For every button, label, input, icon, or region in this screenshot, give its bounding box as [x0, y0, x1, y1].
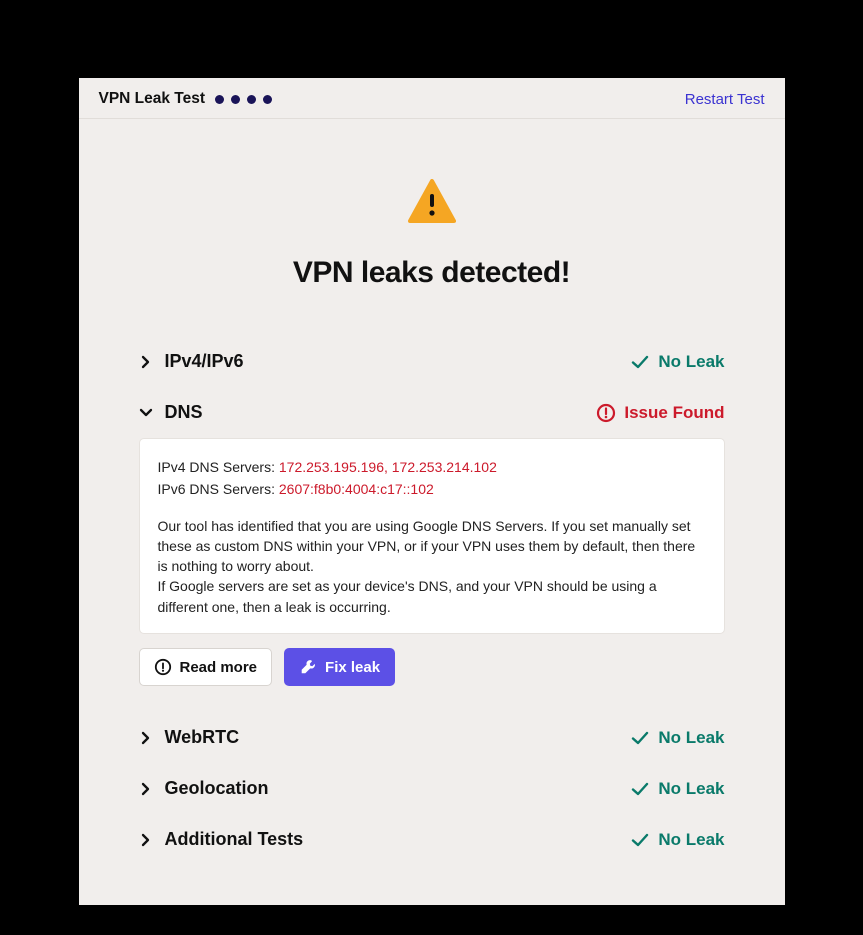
dot-icon	[215, 95, 224, 104]
alert-circle-icon	[596, 403, 616, 423]
test-row-additional[interactable]: Additional Tests No Leak	[139, 814, 725, 865]
restart-test-link[interactable]: Restart Test	[685, 91, 765, 108]
test-label: Geolocation	[165, 778, 269, 799]
test-row-ipv[interactable]: IPv4/IPv6 No Leak	[139, 336, 725, 387]
dot-icon	[231, 95, 240, 104]
ipv6-dns-label: IPv6 DNS Servers:	[158, 481, 279, 497]
dot-icon	[263, 95, 272, 104]
ipv6-dns-line: IPv6 DNS Servers: 2607:f8b0:4004:c17::10…	[158, 479, 706, 499]
dot-icon	[247, 95, 256, 104]
ipv4-dns-value: 172.253.195.196, 172.253.214.102	[279, 459, 497, 475]
progress-dots	[215, 95, 272, 104]
info-circle-icon	[154, 658, 172, 676]
chevron-right-icon	[139, 833, 153, 847]
fix-leak-label: Fix leak	[325, 659, 380, 676]
test-label: Additional Tests	[165, 829, 304, 850]
test-label: IPv4/IPv6	[165, 351, 244, 372]
dns-details-card: IPv4 DNS Servers: 172.253.195.196, 172.2…	[139, 438, 725, 634]
tools-icon	[299, 658, 317, 676]
check-icon	[630, 728, 650, 748]
read-more-label: Read more	[180, 659, 258, 676]
status-text: No Leak	[658, 830, 724, 850]
ipv6-dns-value: 2607:f8b0:4004:c17::102	[279, 481, 434, 497]
status-badge: No Leak	[630, 728, 724, 748]
dns-actions: Read more Fix leak	[139, 648, 725, 686]
status-badge: Issue Found	[596, 403, 724, 423]
fix-leak-button[interactable]: Fix leak	[284, 648, 395, 686]
status-text: No Leak	[658, 352, 724, 372]
status-badge: No Leak	[630, 779, 724, 799]
read-more-button[interactable]: Read more	[139, 648, 273, 686]
topbar-title: VPN Leak Test	[99, 90, 206, 108]
test-list: IPv4/IPv6 No Leak DNS Issue F	[79, 336, 785, 865]
status-badge: No Leak	[630, 352, 724, 372]
test-label: DNS	[165, 402, 203, 423]
ipv4-dns-label: IPv4 DNS Servers:	[158, 459, 279, 475]
check-icon	[630, 352, 650, 372]
test-row-webrtc[interactable]: WebRTC No Leak	[139, 712, 725, 763]
chevron-right-icon	[139, 355, 153, 369]
status-text: Issue Found	[624, 403, 724, 423]
check-icon	[630, 779, 650, 799]
status-text: No Leak	[658, 779, 724, 799]
vpn-leak-test-panel: VPN Leak Test Restart Test VPN leaks det…	[79, 78, 785, 905]
chevron-down-icon	[139, 408, 153, 417]
ipv4-dns-line: IPv4 DNS Servers: 172.253.195.196, 172.2…	[158, 457, 706, 477]
warning-triangle-icon	[408, 179, 456, 228]
status-text: No Leak	[658, 728, 724, 748]
hero: VPN leaks detected!	[79, 119, 785, 336]
check-icon	[630, 830, 650, 850]
test-row-geolocation[interactable]: Geolocation No Leak	[139, 763, 725, 814]
hero-title: VPN leaks detected!	[293, 256, 570, 290]
chevron-right-icon	[139, 782, 153, 796]
test-label: WebRTC	[165, 727, 240, 748]
test-row-dns[interactable]: DNS Issue Found	[139, 387, 725, 438]
topbar-left: VPN Leak Test	[99, 90, 273, 108]
topbar: VPN Leak Test Restart Test	[79, 78, 785, 119]
dns-explanation-1: Our tool has identified that you are usi…	[158, 516, 706, 577]
status-badge: No Leak	[630, 830, 724, 850]
dns-explanation-2: If Google servers are set as your device…	[158, 576, 706, 617]
chevron-right-icon	[139, 731, 153, 745]
